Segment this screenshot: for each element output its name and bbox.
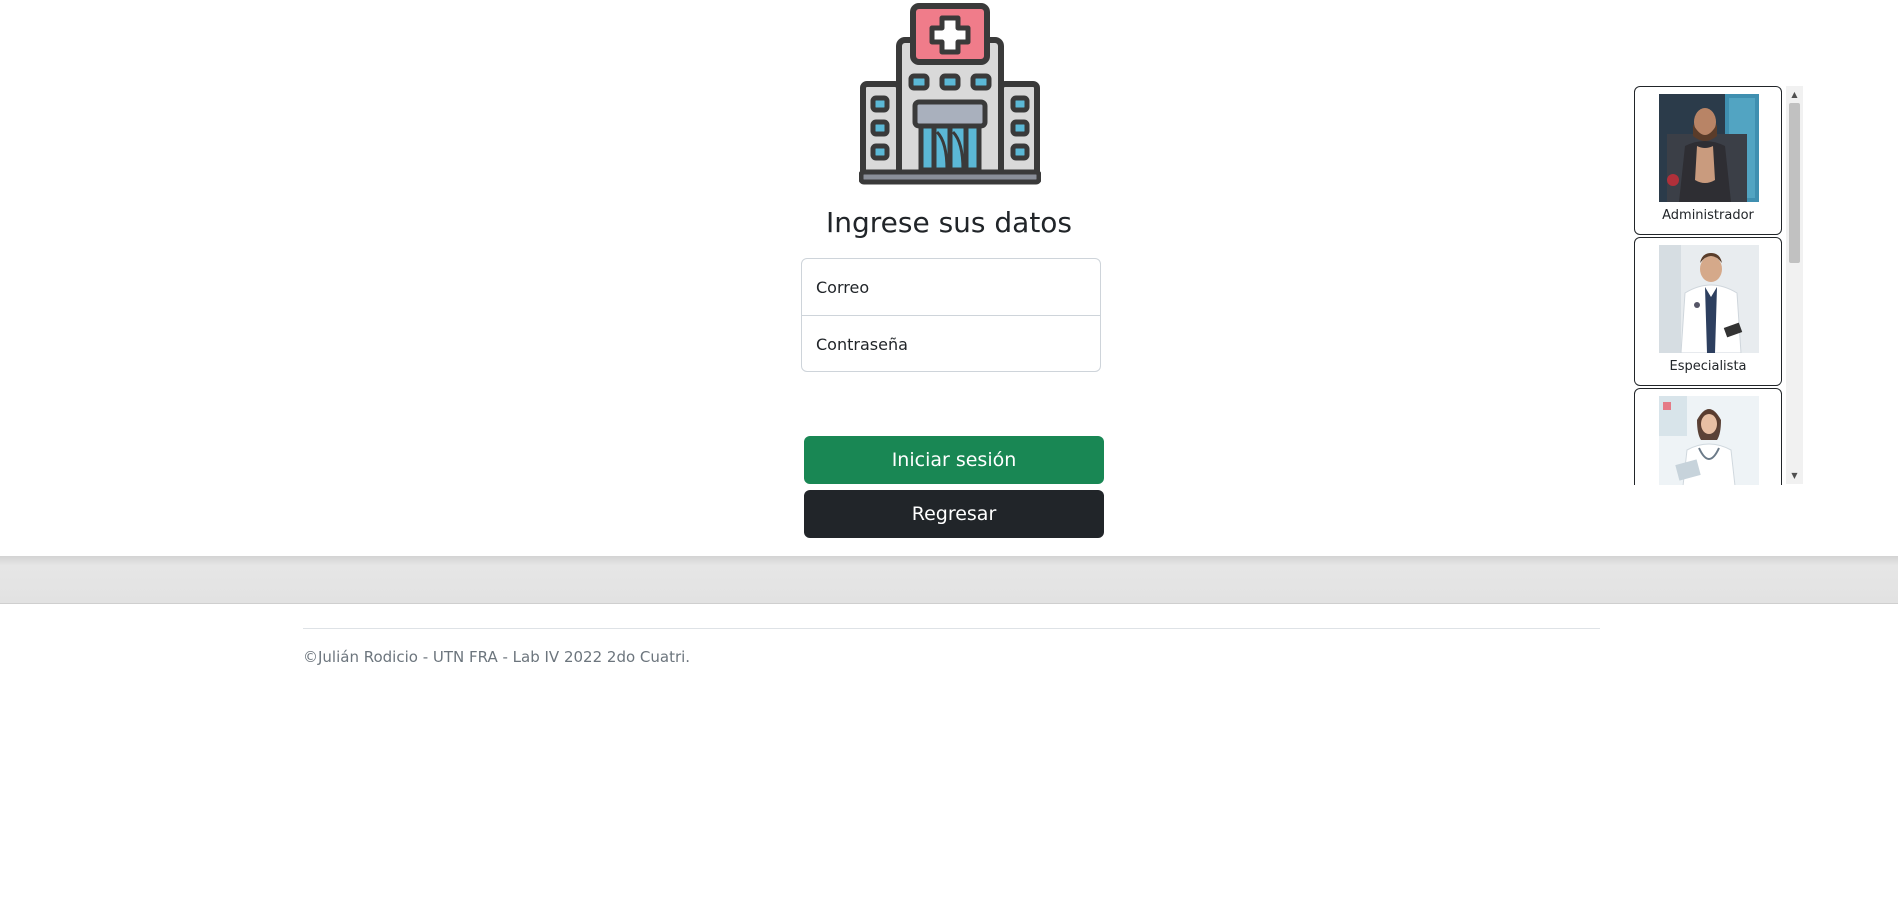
page-title: Ingrese sus datos — [825, 206, 1073, 239]
scroll-up-arrow-icon[interactable]: ▲ — [1786, 86, 1803, 103]
back-button[interactable]: Regresar — [804, 490, 1104, 538]
specialist-photo-icon — [1659, 245, 1759, 353]
doctor-photo-icon — [1659, 396, 1759, 485]
quick-access-admin-card[interactable]: Administrador — [1634, 86, 1782, 235]
login-page: Ingrese sus datos Iniciar sesión Regresa… — [0, 0, 1898, 915]
quick-access-specialist-card[interactable]: Especialista — [1634, 237, 1782, 386]
quick-access-panel: Administrador Especialista — [1632, 85, 1803, 485]
footer-copyright: ©Julián Rodicio - UTN FRA - Lab IV 2022 … — [303, 648, 691, 666]
specialist-avatar — [1659, 245, 1759, 353]
hospital-logo-icon — [859, 3, 1041, 185]
admin-photo-icon — [1659, 94, 1759, 202]
scroll-down-arrow-icon[interactable]: ▼ — [1786, 467, 1803, 484]
quick-access-scrollbar[interactable]: ▲ ▼ — [1786, 86, 1803, 484]
login-form — [801, 258, 1101, 372]
login-button[interactable]: Iniciar sesión — [804, 436, 1104, 484]
scroll-thumb[interactable] — [1789, 103, 1800, 263]
password-input[interactable] — [814, 333, 1100, 355]
password-row — [802, 315, 1100, 371]
profile-label-admin: Administrador — [1662, 208, 1754, 223]
footer-separator-band — [0, 556, 1898, 604]
admin-avatar — [1659, 94, 1759, 202]
quick-access-patient-card[interactable] — [1634, 388, 1782, 485]
email-input[interactable] — [814, 276, 1100, 298]
footer-divider — [303, 628, 1600, 629]
profile-label-specialist: Especialista — [1669, 359, 1747, 374]
patient-avatar — [1659, 396, 1759, 485]
email-row — [802, 259, 1100, 315]
